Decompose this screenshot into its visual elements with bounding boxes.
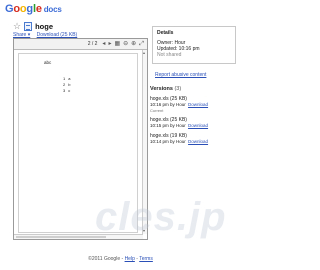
google-docs-logo[interactable]: Google docs [5,3,62,15]
page-indicator: 2 / 2 [87,41,98,47]
row-number: 3 [63,88,66,93]
version-meta-row: 10:14 pm by Hour Download [150,139,238,145]
logo-letter: e [35,3,42,15]
versions-title: Versions [150,86,173,92]
version-meta: 10:14 pm by Hour [150,139,186,144]
details-heading: Details [157,30,174,36]
fullscreen-icon[interactable]: ⤢ [139,41,144,47]
version-download-link[interactable]: Download [188,139,208,144]
scrollbar-thumb[interactable] [16,236,106,238]
scroll-down-icon[interactable]: ▾ [143,229,145,233]
version-item: hoge.xls (19 KB) 10:14 pm by Hour Downlo… [150,133,238,145]
details-panel: Details Owner: Hour Updated: 10:16 pm No… [152,26,236,64]
spreadsheet-icon [24,22,33,31]
viewer-toolbar: 2 / 2 ◂ ▸ ▦ ⊖ ⊕ ⤢ [14,39,147,50]
version-download-link[interactable]: Download [188,123,208,128]
scroll-up-icon[interactable]: ▴ [143,51,145,55]
sharing-status: Not shared [157,52,182,58]
vertical-scrollbar[interactable]: ▴ ▾ [142,50,147,234]
version-item: hoge.xls (25 KB) 10:15 pm by Hour Downlo… [150,117,238,129]
help-link[interactable]: Help [125,256,135,262]
current-version-label: Current [150,108,164,113]
star-icon[interactable]: ☆ [13,22,21,31]
cell-row: 3c [63,88,70,94]
document-viewer: 2 / 2 ◂ ▸ ▦ ⊖ ⊕ ⤢ abc 1a 2b 3c ▴ ▾ [13,38,148,240]
zoom-in-icon[interactable]: ⊕ [131,41,136,47]
row-value: c [68,88,71,93]
versions-panel: Versions (3) hoge.xls (25 KB) 10:16 pm b… [150,86,238,149]
document-title: hoge [35,22,53,31]
horizontal-scrollbar[interactable] [14,234,143,239]
footer: ©2011 Google - Help - Terms [0,256,241,262]
copyright-text: ©2011 Google [88,256,121,262]
zoom-out-icon[interactable]: ⊖ [123,41,128,47]
version-meta-row: 10:15 pm by Hour Download [150,123,238,129]
version-download-link[interactable]: Download [188,102,208,107]
next-page-icon[interactable]: ▸ [108,41,111,47]
logo-product: docs [43,5,62,14]
version-meta: 10:16 pm by Hour [150,102,186,107]
document-page: abc 1a 2b 3c [18,53,138,233]
fit-page-icon[interactable]: ▦ [114,41,120,47]
versions-heading: Versions (3) [150,86,238,92]
version-item: hoge.xls (25 KB) 10:16 pm by Hour Downlo… [150,96,238,113]
versions-count: (3) [174,86,182,92]
version-meta: 10:15 pm by Hour [150,123,186,128]
document-title-row: ☆ hoge [13,22,53,31]
report-abuse-link[interactable]: Report abusive content [155,72,206,78]
terms-link[interactable]: Terms [139,256,153,262]
cell-list: 1a 2b 3c [63,76,70,94]
cell-heading: abc [44,60,52,65]
previous-page-icon[interactable]: ◂ [102,41,105,47]
